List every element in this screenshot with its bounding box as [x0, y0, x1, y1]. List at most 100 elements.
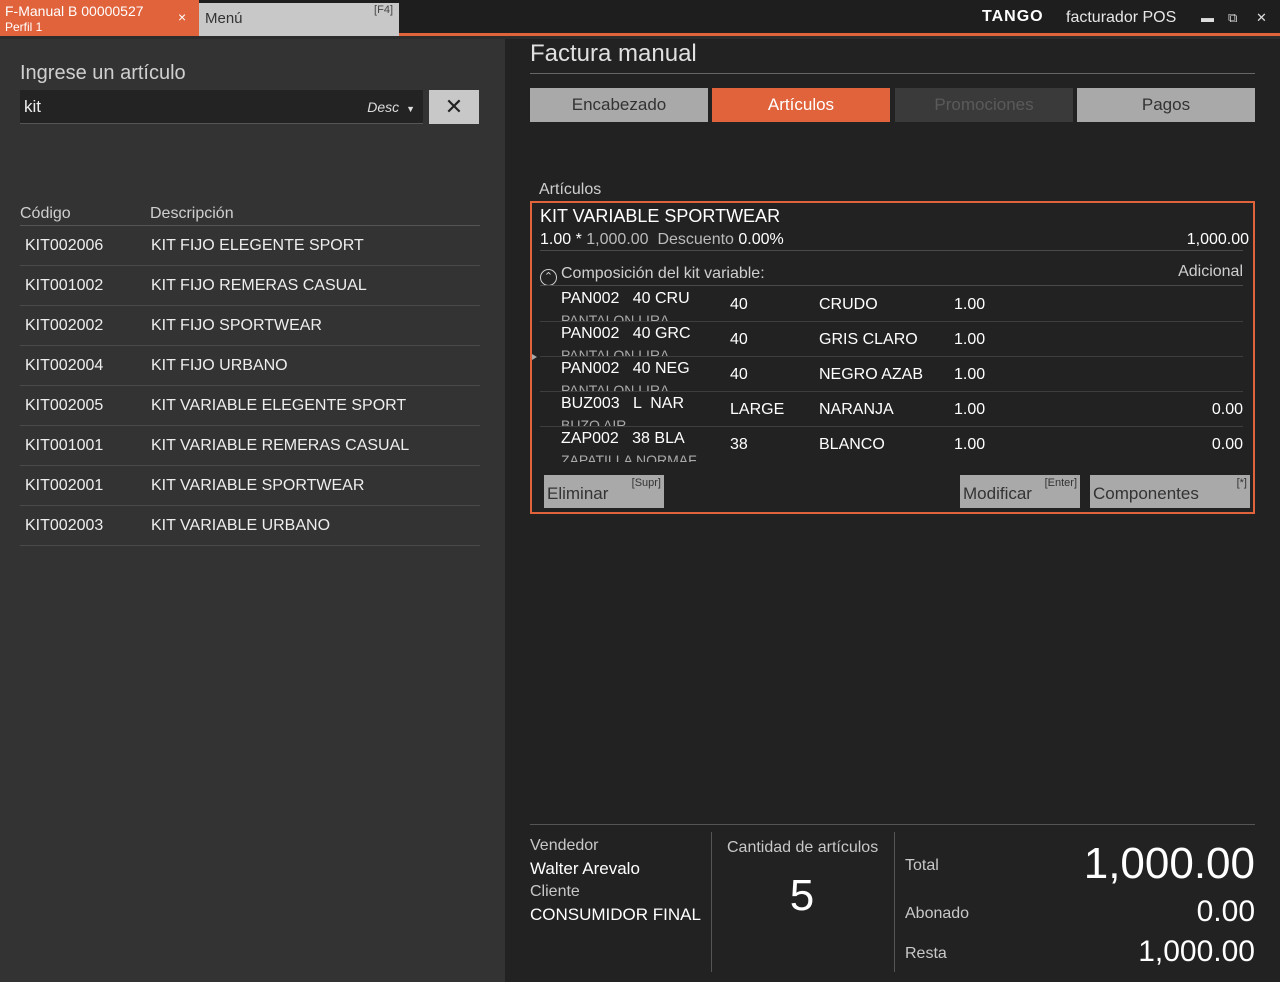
composition-divider: [540, 285, 1243, 286]
total-amount: 1,000.00: [1083, 839, 1255, 888]
modify-button-key: [Enter]: [1044, 477, 1077, 489]
seller-name[interactable]: Walter Arevalo: [530, 859, 640, 879]
component-row[interactable]: PAN002 40 CRU PANTALON LIRA 40 CRUDO 1.0…: [540, 287, 1243, 322]
column-header-code[interactable]: Código: [20, 205, 71, 223]
result-code: KIT002006: [25, 237, 104, 254]
product-name: facturador POS: [1066, 9, 1177, 26]
minimize-icon[interactable]: ▬: [1201, 10, 1214, 25]
title-bar: F-Manual B 00000527 Perfil 1 × Menú [F4]…: [0, 0, 1280, 36]
search-title: Ingrese un artículo: [20, 62, 186, 84]
chevron-down-icon: ▼: [406, 104, 415, 114]
item-divider: [540, 250, 1243, 251]
tab-promociones: Promociones: [895, 88, 1073, 122]
component-qty: 1.00: [954, 331, 986, 348]
component-code: PAN002 40 GRC: [561, 325, 691, 342]
components-button[interactable]: Componentes [*]: [1090, 475, 1250, 508]
result-row[interactable]: KIT002006 KIT FIJO ELEGENTE SPORT: [20, 226, 480, 266]
component-color: GRIS CLARO: [819, 331, 918, 348]
invoice-panel: Factura manual Encabezado Artículos Prom…: [505, 39, 1280, 982]
remaining-amount: 1,000.00: [1138, 935, 1255, 968]
client-label: Cliente: [530, 883, 580, 900]
tab-menu[interactable]: Menú [F4]: [199, 3, 399, 36]
result-description: KIT FIJO URBANO: [151, 357, 288, 374]
paid-label: Abonado: [905, 905, 970, 922]
component-size: 40: [730, 296, 748, 313]
component-additional: 0.00: [1211, 401, 1243, 418]
item-name: KIT VARIABLE SPORTWEAR: [540, 206, 781, 226]
component-row[interactable]: PAN002 40 GRC PANTALON LIRA 40 GRIS CLAR…: [540, 322, 1243, 357]
search-mode-dropdown[interactable]: Desc ▼: [367, 99, 415, 115]
item-total: 1,000.00: [1186, 231, 1249, 248]
close-window-icon[interactable]: ✕: [1256, 10, 1267, 26]
tab-close-icon[interactable]: ×: [178, 9, 186, 25]
footer-separator: [711, 832, 712, 972]
section-label-articulos: Artículos: [539, 181, 602, 198]
result-row[interactable]: KIT001001 KIT VARIABLE REMERAS CASUAL: [20, 426, 480, 466]
remaining-label: Resta: [905, 945, 947, 962]
component-description: PANTALON LIRA: [561, 382, 670, 392]
modify-button[interactable]: Modificar [Enter]: [960, 475, 1080, 508]
components-button-label: Componentes: [1093, 484, 1199, 503]
close-icon: ✕: [444, 94, 464, 119]
paid-amount: 0.00: [1196, 895, 1255, 928]
tab-menu-shortcut: [F4]: [374, 4, 393, 16]
tab-factura-manual[interactable]: F-Manual B 00000527 Perfil 1 ×: [0, 0, 199, 36]
items-count: 5: [789, 871, 815, 920]
clear-search-button[interactable]: ✕: [429, 90, 479, 124]
footer-separator: [894, 832, 895, 972]
component-qty: 1.00: [954, 436, 986, 453]
tab-pagos[interactable]: Pagos: [1077, 88, 1255, 122]
tab-subtitle: Perfil 1: [5, 20, 43, 34]
result-row[interactable]: KIT002005 KIT VARIABLE ELEGENTE SPORT: [20, 386, 480, 426]
component-description: PANTALON LIRA: [561, 347, 670, 357]
component-row[interactable]: ZAP002 38 BLA ZAPATILLA NORMAF 38 BLANCO…: [540, 427, 1243, 462]
item-quantity-line: 1.00 * 1,000.00 Descuento 0.00%: [540, 231, 784, 249]
component-color: BLANCO: [819, 436, 885, 453]
chevron-up-icon: ⌃: [540, 269, 557, 286]
component-row[interactable]: BUZ003 L NAR BUZO AIR LARGE NARANJA 1.00…: [540, 392, 1243, 427]
search-input[interactable]: [24, 95, 354, 119]
modify-button-label: Modificar: [963, 484, 1032, 503]
item-qty: 1.00: [540, 231, 572, 248]
total-label: Total: [905, 857, 939, 874]
item-times: *: [575, 231, 582, 248]
delete-button-key: [Supr]: [631, 477, 661, 489]
tab-menu-label: Menú: [205, 10, 243, 27]
item-discount: 0.00%: [738, 231, 784, 248]
result-code: KIT001002: [25, 277, 104, 294]
component-code: BUZ003 L NAR: [561, 395, 685, 412]
footer-divider: [530, 824, 1255, 825]
component-list: PAN002 40 CRU PANTALON LIRA 40 CRUDO 1.0…: [540, 287, 1243, 462]
component-additional: 0.00: [1211, 436, 1243, 453]
component-row[interactable]: PAN002 40 NEG PANTALON LIRA 40 NEGRO AZA…: [540, 357, 1243, 392]
delete-button-label: Eliminar: [547, 484, 609, 503]
items-count-label: Cantidad de artículos: [727, 839, 879, 856]
result-code: KIT002003: [25, 517, 104, 534]
tab-encabezado[interactable]: Encabezado: [530, 88, 708, 122]
result-description: KIT VARIABLE SPORTWEAR: [151, 477, 365, 494]
component-description: PANTALON LIRA: [561, 312, 670, 322]
composition-title: Composición del kit variable:: [561, 265, 765, 282]
result-row[interactable]: KIT002002 KIT FIJO SPORTWEAR: [20, 306, 480, 346]
result-row[interactable]: KIT002004 KIT FIJO URBANO: [20, 346, 480, 386]
result-description: KIT VARIABLE REMERAS CASUAL: [151, 437, 410, 454]
component-qty: 1.00: [954, 296, 986, 313]
component-code: PAN002 40 NEG: [561, 360, 690, 377]
item-discount-label: Descuento: [657, 231, 734, 248]
delete-button[interactable]: Eliminar [Supr]: [544, 475, 664, 508]
result-row[interactable]: KIT001002 KIT FIJO REMERAS CASUAL: [20, 266, 480, 306]
maximize-icon[interactable]: ⧉: [1228, 10, 1237, 26]
tab-articulos[interactable]: Artículos: [712, 88, 890, 122]
article-search-panel: Ingrese un artículo Desc ▼ ✕ Código Desc…: [0, 39, 505, 982]
result-row[interactable]: KIT002001 KIT VARIABLE SPORTWEAR: [20, 466, 480, 506]
column-header-description[interactable]: Descripción: [150, 205, 234, 223]
composition-toggle[interactable]: ⌃ Composición del kit variable:: [540, 265, 765, 286]
page-title: Factura manual: [530, 40, 697, 67]
selected-item-card[interactable]: KIT VARIABLE SPORTWEAR 1.00 * 1,000.00 D…: [530, 201, 1255, 514]
row-pointer-icon: [532, 354, 537, 360]
result-description: KIT FIJO SPORTWEAR: [151, 317, 322, 334]
result-row[interactable]: KIT002003 KIT VARIABLE URBANO: [20, 506, 480, 546]
client-name[interactable]: CONSUMIDOR FINAL: [530, 905, 701, 925]
component-description: BUZO AIR: [561, 417, 627, 427]
component-qty: 1.00: [954, 401, 986, 418]
